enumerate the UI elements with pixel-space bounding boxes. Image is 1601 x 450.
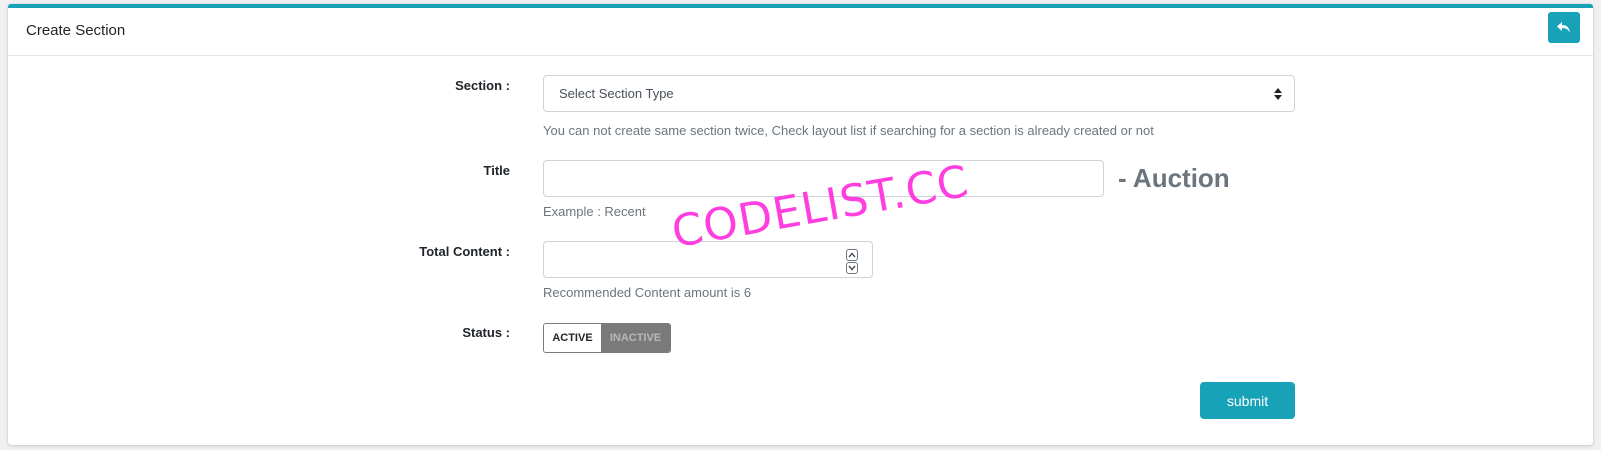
- status-label: Status :: [462, 325, 510, 340]
- chevron-down-icon: [848, 265, 856, 271]
- title-input[interactable]: [543, 160, 1104, 197]
- total-content-input[interactable]: [543, 241, 873, 278]
- reply-icon: [1557, 21, 1570, 33]
- section-type-select[interactable]: Select Section Type: [543, 75, 1295, 112]
- back-button[interactable]: [1548, 12, 1580, 43]
- chevron-up-icon: [848, 252, 856, 258]
- status-inactive-option[interactable]: INACTIVE: [601, 324, 670, 352]
- page-title: Create Section: [26, 22, 126, 39]
- submit-button[interactable]: submit: [1200, 382, 1295, 419]
- total-content-help-text: Recommended Content amount is 6: [543, 285, 752, 300]
- section-type-selected: Select Section Type: [559, 86, 674, 101]
- total-content-label: Total Content :: [419, 244, 510, 259]
- decrement-button[interactable]: [846, 262, 858, 274]
- section-label: Section :: [455, 78, 510, 93]
- card-header: Create Section: [8, 8, 1593, 56]
- status-toggle[interactable]: ACTIVE INACTIVE: [543, 323, 671, 353]
- title-label: Title: [483, 163, 511, 178]
- select-arrows-icon: [1274, 88, 1282, 100]
- create-section-card: Create Section Section : Select Section …: [8, 4, 1593, 445]
- status-active-option[interactable]: ACTIVE: [544, 324, 601, 352]
- increment-button[interactable]: [846, 249, 858, 261]
- title-help-text: Example : Recent: [543, 204, 646, 219]
- section-help-text: You can not create same section twice, C…: [543, 123, 1154, 138]
- title-suffix: - Auction: [1118, 163, 1230, 193]
